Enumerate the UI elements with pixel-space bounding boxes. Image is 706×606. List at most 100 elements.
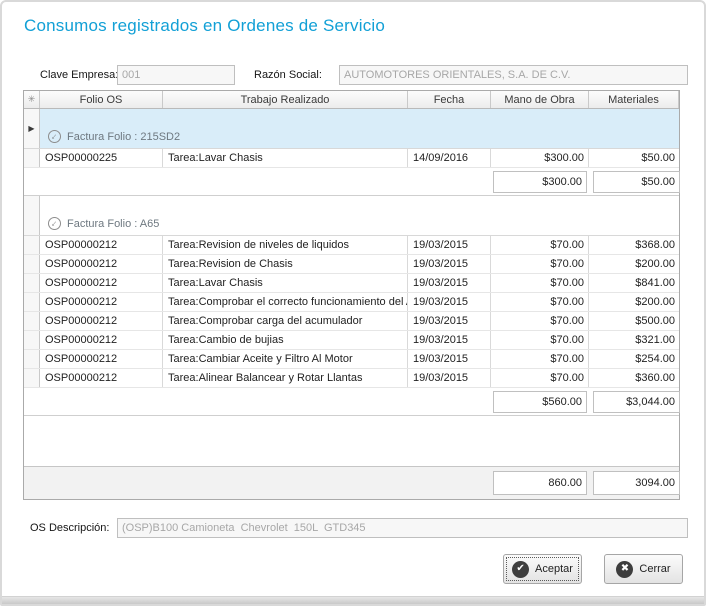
grid-data-row[interactable]: OSP00000225 Tarea:Lavar Chasis 14/09/201…: [24, 149, 679, 168]
cell-mano-de-obra[interactable]: $300.00: [491, 149, 589, 167]
grid-data-row[interactable]: OSP00000212 Tarea:Revision de Chasis 19/…: [24, 255, 679, 274]
cell-mano-de-obra[interactable]: $70.00: [491, 236, 589, 254]
group-summary-row: $300.00 $50.00: [24, 168, 679, 196]
cell-mano-de-obra[interactable]: $70.00: [491, 293, 589, 311]
cell-materiales[interactable]: $500.00: [589, 312, 679, 330]
cell-mano-de-obra[interactable]: $70.00: [491, 331, 589, 349]
row-indicator-cell: [24, 274, 40, 292]
window-bottom-edge: [2, 596, 704, 604]
group-header-cell[interactable]: ↓ Factura Folio : 215SD2: [40, 109, 679, 148]
razon-social-input: [339, 65, 688, 85]
cell-trabajo-realizado[interactable]: Tarea:Cambio de bujias: [163, 331, 408, 349]
cell-fecha[interactable]: 19/03/2015: [408, 350, 491, 368]
column-header-trabajo-realizado[interactable]: Trabajo Realizado: [163, 91, 408, 108]
cell-materiales[interactable]: $50.00: [589, 149, 679, 167]
cerrar-button[interactable]: ✖ Cerrar: [604, 554, 683, 584]
cell-materiales[interactable]: $368.00: [589, 236, 679, 254]
cell-folio-os[interactable]: OSP00000212: [40, 293, 163, 311]
grid-empty-area: [24, 416, 679, 466]
column-header-mano-de-obra[interactable]: Mano de Obra: [491, 91, 589, 108]
group-header-row[interactable]: ▶ ↓ Factura Folio : 215SD2: [24, 109, 679, 149]
asterisk-icon: ✳: [28, 94, 36, 105]
cell-trabajo-realizado[interactable]: Tarea:Comprobar carga del acumulador: [163, 312, 408, 330]
cell-trabajo-realizado[interactable]: Tarea:Alinear Balancear y Rotar Llantas: [163, 369, 408, 387]
cell-folio-os[interactable]: OSP00000212: [40, 236, 163, 254]
cell-fecha[interactable]: 19/03/2015: [408, 255, 491, 273]
cell-fecha[interactable]: 19/03/2015: [408, 274, 491, 292]
cell-folio-os[interactable]: OSP00000225: [40, 149, 163, 167]
cell-mano-de-obra[interactable]: $70.00: [491, 274, 589, 292]
grid-data-row[interactable]: OSP00000212 Tarea:Revision de niveles de…: [24, 236, 679, 255]
clave-empresa-label: Clave Empresa:: [40, 65, 118, 85]
cell-trabajo-realizado[interactable]: Tarea:Cambiar Aceite y Filtro Al Motor: [163, 350, 408, 368]
cell-trabajo-realizado[interactable]: Tarea:Revision de Chasis: [163, 255, 408, 273]
group-header-cell[interactable]: ↓ Factura Folio : A65: [40, 196, 679, 235]
cell-folio-os[interactable]: OSP00000212: [40, 331, 163, 349]
group-summary-materiales: $3,044.00: [593, 391, 680, 413]
collapse-group-icon[interactable]: ↓: [48, 217, 61, 230]
row-indicator-cell: [24, 236, 40, 254]
dialog-window: Consumos registrados en Ordenes de Servi…: [0, 0, 706, 606]
cell-trabajo-realizado[interactable]: Tarea:Revision de niveles de liquidos: [163, 236, 408, 254]
row-indicator-cell: [24, 293, 40, 311]
cell-materiales[interactable]: $254.00: [589, 350, 679, 368]
footer-total-mano-obra: 860.00: [493, 471, 587, 495]
cell-fecha[interactable]: 14/09/2016: [408, 149, 491, 167]
row-indicator-cell: [24, 312, 40, 330]
cell-folio-os[interactable]: OSP00000212: [40, 369, 163, 387]
os-descripcion-label: OS Descripción:: [30, 518, 109, 538]
cell-folio-os[interactable]: OSP00000212: [40, 274, 163, 292]
cerrar-button-label: Cerrar: [639, 563, 670, 575]
cell-trabajo-realizado[interactable]: Tarea:Comprobar el correcto funcionamien…: [163, 293, 408, 311]
grid-data-row[interactable]: OSP00000212 Tarea:Cambiar Aceite y Filtr…: [24, 350, 679, 369]
grid-corner-cell: ✳: [24, 91, 40, 108]
clave-empresa-input: [117, 65, 235, 85]
cell-mano-de-obra[interactable]: $70.00: [491, 312, 589, 330]
row-indicator-cell: [24, 350, 40, 368]
cell-mano-de-obra[interactable]: $70.00: [491, 369, 589, 387]
cell-fecha[interactable]: 19/03/2015: [408, 312, 491, 330]
column-header-materiales[interactable]: Materiales: [589, 91, 679, 108]
x-circle-icon: ✖: [616, 561, 633, 578]
cell-fecha[interactable]: 19/03/2015: [408, 236, 491, 254]
cell-trabajo-realizado[interactable]: Tarea:Lavar Chasis: [163, 149, 408, 167]
grid-data-row[interactable]: OSP00000212 Tarea:Alinear Balancear y Ro…: [24, 369, 679, 388]
group-header-label: Factura Folio : 215SD2: [67, 131, 180, 143]
grid-header-row: ✳ Folio OS Trabajo Realizado Fecha Mano …: [24, 91, 679, 109]
cell-trabajo-realizado[interactable]: Tarea:Lavar Chasis: [163, 274, 408, 292]
aceptar-button-label: Aceptar: [535, 563, 573, 575]
cell-folio-os[interactable]: OSP00000212: [40, 255, 163, 273]
cell-folio-os[interactable]: OSP00000212: [40, 312, 163, 330]
consumos-grid: ✳ Folio OS Trabajo Realizado Fecha Mano …: [23, 90, 680, 500]
cell-materiales[interactable]: $200.00: [589, 293, 679, 311]
group-summary-row: $560.00 $3,044.00: [24, 388, 679, 416]
razon-social-label: Razón Social:: [254, 65, 322, 85]
cell-mano-de-obra[interactable]: $70.00: [491, 350, 589, 368]
dialog-title: Consumos registrados en Ordenes de Servi…: [24, 16, 385, 36]
aceptar-button[interactable]: ✔ Aceptar: [503, 554, 582, 584]
grid-footer-row: 860.00 3094.00: [24, 466, 679, 499]
cell-materiales[interactable]: $200.00: [589, 255, 679, 273]
cell-materiales[interactable]: $841.00: [589, 274, 679, 292]
cell-folio-os[interactable]: OSP00000212: [40, 350, 163, 368]
column-header-folio-os[interactable]: Folio OS: [40, 91, 163, 108]
grid-data-row[interactable]: OSP00000212 Tarea:Comprobar carga del ac…: [24, 312, 679, 331]
cell-fecha[interactable]: 19/03/2015: [408, 331, 491, 349]
column-header-fecha[interactable]: Fecha: [408, 91, 491, 108]
cell-fecha[interactable]: 19/03/2015: [408, 369, 491, 387]
cell-materiales[interactable]: $321.00: [589, 331, 679, 349]
cell-mano-de-obra[interactable]: $70.00: [491, 255, 589, 273]
grid-data-row[interactable]: OSP00000212 Tarea:Lavar Chasis 19/03/201…: [24, 274, 679, 293]
group-summary-mano-obra: $300.00: [493, 171, 587, 193]
group-header-row[interactable]: ↓ Factura Folio : A65: [24, 196, 679, 236]
grid-body: ▶ ↓ Factura Folio : 215SD2 OSP00000225 T…: [24, 109, 679, 416]
cell-fecha[interactable]: 19/03/2015: [408, 293, 491, 311]
row-indicator-cell: [24, 196, 40, 235]
footer-total-materiales: 3094.00: [593, 471, 680, 495]
grid-data-row[interactable]: OSP00000212 Tarea:Comprobar el correcto …: [24, 293, 679, 312]
row-indicator-cell: ▶: [24, 109, 40, 148]
footer-indicator-cell: [24, 467, 40, 499]
grid-data-row[interactable]: OSP00000212 Tarea:Cambio de bujias 19/03…: [24, 331, 679, 350]
cell-materiales[interactable]: $360.00: [589, 369, 679, 387]
collapse-group-icon[interactable]: ↓: [48, 130, 61, 143]
